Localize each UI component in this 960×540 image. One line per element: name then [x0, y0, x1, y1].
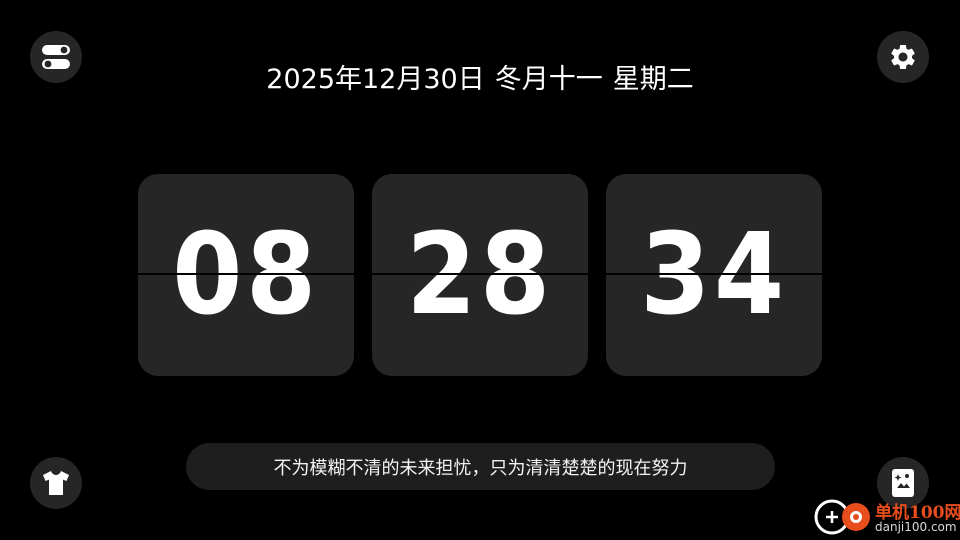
minutes-card: 28 [372, 174, 588, 376]
hours-digits: 08 [172, 210, 320, 340]
seconds-card: 34 [606, 174, 822, 376]
flip-divider [372, 273, 588, 275]
quote-text: 不为模糊不清的未来担忧，只为清清楚楚的现在努力 [273, 457, 688, 479]
weekday: 星期二 [612, 64, 694, 95]
lunar-date: 冬月十一 [494, 64, 603, 95]
date-line: 2025年12月30日 冬月十一 星期二 [0, 60, 960, 100]
watermark: 单机100网 danji100.com [808, 494, 960, 540]
watermark-url: danji100.com [875, 520, 957, 534]
flip-divider [606, 273, 822, 275]
theme-button[interactable] [30, 457, 82, 509]
hours-card: 08 [138, 174, 354, 376]
seconds-digits: 34 [640, 210, 788, 340]
minutes-digits: 28 [406, 210, 554, 340]
watermark-logo [814, 499, 870, 535]
flip-clock-screen: 2025年12月30日 冬月十一 星期二 08 28 34 不为模糊不清的未来担忧，… [0, 0, 960, 540]
gregorian-date: 2025年12月30日 [266, 64, 485, 95]
tshirt-icon [43, 471, 69, 495]
flip-divider [138, 273, 354, 275]
quote-bar[interactable]: 不为模糊不清的未来担忧，只为清清楚楚的现在努力 [186, 443, 775, 490]
